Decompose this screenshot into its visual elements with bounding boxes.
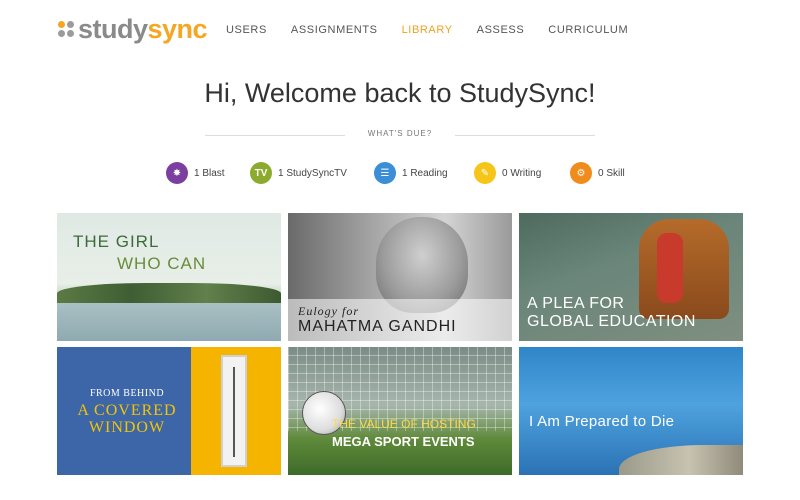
logo-study-text: study [78,14,148,44]
nav-assess[interactable]: ASSESS [477,24,525,36]
logo-dot [67,21,74,28]
tile-image-coastline [619,445,743,475]
tile-title-line: WHO CAN [117,254,207,273]
due-studysynctv[interactable]: TV 1 StudySyncTV [250,162,347,184]
writing-icon: ✎ [474,162,496,184]
divider-line-right [455,135,595,136]
logo-dot [58,21,65,28]
nav-assignments[interactable]: ASSIGNMENTS [291,24,378,36]
tile-title-line: GLOBAL EDUCATION [527,313,696,330]
blast-icon: ✸ [166,162,188,184]
studysync-logo[interactable]: studysync [58,14,208,44]
whats-due-divider: WHAT'S DUE? [0,126,800,146]
tile-title: FROM BEHIND A COVERED WINDOW [57,385,197,436]
tile-title-line: MAHATMA GANDHI [298,318,457,335]
tile-title-line: A COVERED [77,402,177,419]
logo-dots-icon [58,21,74,37]
nav-users[interactable]: USERS [226,24,267,36]
due-studysynctv-label: 1 StudySyncTV [278,167,347,179]
tile-image-water [57,303,281,341]
due-writing-label: 0 Writing [502,167,542,179]
tv-icon: TV [250,162,272,184]
tile-title-line: A PLEA FOR [527,295,625,312]
due-writing[interactable]: ✎ 0 Writing [474,162,541,184]
tile-title-line: THE VALUE OF HOSTING [332,417,476,431]
tile-title-line: WINDOW [88,419,166,436]
skill-icon: ⚙ [570,162,592,184]
due-blast-label: 1 Blast [194,167,225,179]
logo-dot [67,30,74,37]
tile-title-line: THE GIRL [73,232,160,251]
library-tile-eulogy-mahatma-gandhi[interactable]: Eulogy for MAHATMA GANDHI [288,213,512,341]
logo-wordmark: studysync [78,14,208,44]
app-header: studysync USERS ASSIGNMENTS LIBRARY ASSE… [0,0,800,62]
library-tile-i-am-prepared-to-die[interactable]: I Am Prepared to Die [519,347,743,475]
tile-title: THE VALUE OF HOSTING MEGA SPORT EVENTS [332,415,476,451]
window-bars [233,367,235,457]
library-grid: THE GIRL WHO CAN Eulogy for MAHATMA GAND… [57,213,743,475]
library-tile-from-behind-a-covered-window[interactable]: FROM BEHIND A COVERED WINDOW [57,347,281,475]
tile-title-line: MEGA SPORT EVENTS [332,434,475,449]
tile-title: Eulogy for MAHATMA GANDHI [298,305,457,337]
library-tile-plea-for-global-education[interactable]: A PLEA FOR GLOBAL EDUCATION [519,213,743,341]
due-counts: ✸ 1 Blast TV 1 StudySyncTV ☰ 1 Reading ✎… [0,162,800,188]
main-nav: USERS ASSIGNMENTS LIBRARY ASSESS CURRICU… [226,24,652,36]
tile-title: I Am Prepared to Die [529,413,675,430]
tile-title: A PLEA FOR GLOBAL EDUCATION [527,295,696,331]
due-reading-label: 1 Reading [402,167,448,179]
library-tile-the-girl-who-can[interactable]: THE GIRL WHO CAN [57,213,281,341]
library-tile-value-of-hosting-mega-sport-events[interactable]: THE VALUE OF HOSTING MEGA SPORT EVENTS [288,347,512,475]
nav-library[interactable]: LIBRARY [402,24,453,36]
tile-image-backpack-strap [657,233,683,303]
tile-image-window [221,355,247,467]
due-skill[interactable]: ⚙ 0 Skill [570,162,625,184]
due-blast[interactable]: ✸ 1 Blast [166,162,225,184]
tile-title-line: FROM BEHIND [89,388,165,399]
tile-title-prefix: Eulogy for [298,304,359,318]
logo-sync-text: sync [147,14,208,44]
reading-icon: ☰ [374,162,396,184]
whats-due-label: WHAT'S DUE? [367,129,433,138]
tile-title: THE GIRL WHO CAN [73,231,206,275]
welcome-heading: Hi, Welcome back to StudySync! [204,78,596,108]
due-reading[interactable]: ☰ 1 Reading [374,162,448,184]
nav-curriculum[interactable]: CURRICULUM [548,24,628,36]
due-skill-label: 0 Skill [598,167,625,179]
logo-dot [58,30,65,37]
